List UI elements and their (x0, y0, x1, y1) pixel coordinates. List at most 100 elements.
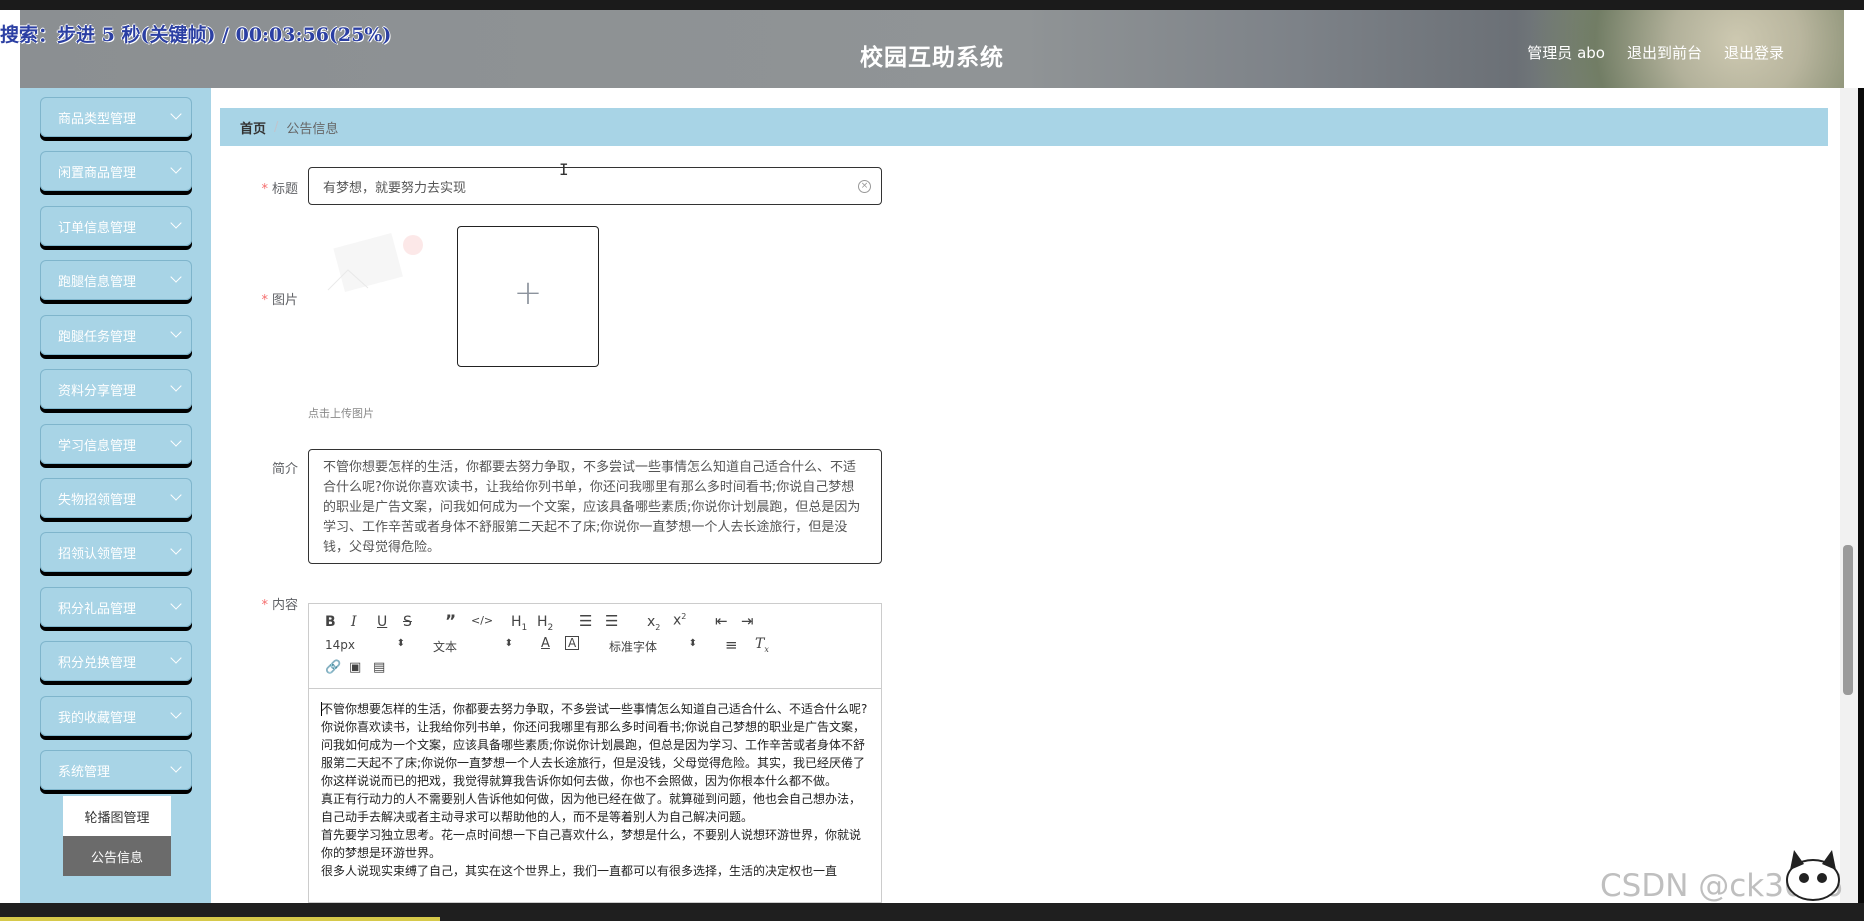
bullet-list-icon[interactable]: ☰ (605, 612, 618, 630)
sidebar-item[interactable]: 跑腿任务管理 (40, 315, 192, 355)
uploaded-image-thumbnail (327, 232, 423, 292)
font-size-value: 14px (325, 638, 355, 652)
chevron-down-icon (170, 217, 182, 229)
breadcrumb-current: 公告信息 (286, 121, 339, 137)
bold-icon[interactable]: B (325, 614, 336, 630)
sidebar-item[interactable]: 积分兑换管理 (40, 641, 192, 681)
align-icon[interactable]: ≡ (725, 636, 738, 654)
link-icon[interactable]: 🔗 (325, 660, 341, 675)
image-label-text: 图片 (271, 293, 298, 308)
sidebar-item-label: 跑腿信息管理 (58, 275, 137, 290)
sidebar-item-label: 资料分享管理 (58, 384, 137, 399)
title-input[interactable]: 有梦想，就要努力去实现 × (308, 167, 882, 205)
editor-toolbar: B I U S ” </> H1 H2 ☰ ☰ x2 x2 ⇤ ⇥ 14px ⬍ … (309, 604, 881, 689)
chevron-down-icon (170, 761, 182, 773)
content-paragraph: 不管你想要怎样的生活，你都要去努力争取，不多尝试一些事情怎么知道自己适合什么、不… (321, 702, 868, 716)
underline-icon[interactable]: U (377, 614, 387, 630)
block-type-select[interactable]: 文本 ⬍ (433, 638, 513, 655)
sidebar-item-label: 商品类型管理 (58, 112, 137, 127)
outdent-icon[interactable]: ⇤ (715, 612, 728, 630)
content-label: * 内容 (218, 594, 298, 613)
sidebar-item-label: 跑腿任务管理 (58, 330, 137, 345)
superscript-icon[interactable]: x2 (673, 612, 686, 629)
font-family-select[interactable]: 标准字体 ⬍ (609, 638, 697, 655)
admin-label: 管理员 abo (1527, 44, 1605, 62)
sidebar-item[interactable]: 订单信息管理 (40, 206, 192, 246)
sidebar-item-label: 闲置商品管理 (58, 166, 137, 181)
sub-item-carousel[interactable]: 轮播图管理 (63, 796, 171, 836)
upload-hint: 点击上传图片 (308, 407, 374, 420)
sidebar-item[interactable]: 系统管理 (40, 750, 192, 790)
cat-mascot-icon (1786, 850, 1840, 901)
sidebar-item[interactable]: 商品类型管理 (40, 97, 192, 137)
font-color-icon[interactable]: A (541, 636, 550, 651)
chevron-down-icon (170, 652, 182, 664)
back-to-front-link[interactable]: 退出到前台 (1627, 42, 1702, 63)
page-scrollbar[interactable] (1840, 88, 1858, 903)
sidebar-item-label: 订单信息管理 (58, 221, 137, 236)
plus-icon: + (513, 273, 543, 313)
chevron-down-icon (170, 326, 182, 338)
select-arrow-icon: ⬍ (504, 638, 513, 649)
sub-item-announcement[interactable]: 公告信息 (63, 836, 171, 876)
required-mark: * (261, 293, 268, 308)
image-upload-button[interactable]: + (457, 226, 599, 367)
ordered-list-icon[interactable]: ☰ (579, 612, 592, 630)
italic-icon[interactable]: I (351, 614, 357, 630)
window-edge (1858, 88, 1864, 903)
clear-icon[interactable]: × (858, 180, 871, 193)
sidebar-item[interactable]: 学习信息管理 (40, 424, 192, 464)
select-arrow-icon: ⬍ (688, 638, 697, 649)
summary-textarea[interactable]: 不管你想要怎样的生活，你都要去努力争取，不多尝试一些事情怎么知道自己适合什么、不… (308, 449, 882, 564)
clear-format-icon[interactable]: Tx (755, 636, 769, 654)
sidebar-item-label: 我的收藏管理 (58, 711, 137, 726)
sidebar-item-label: 招领认领管理 (58, 547, 137, 562)
content-paragraph: 首先要学习独立思考。花一点时间想一下自己喜欢什么，梦想是什么，不要别人说想环游世… (321, 828, 862, 860)
sidebar-item[interactable]: 跑腿信息管理 (40, 260, 192, 300)
strike-icon[interactable]: S (403, 614, 412, 630)
sidebar-item-label: 失物招领管理 (58, 493, 137, 508)
indent-icon[interactable]: ⇥ (741, 612, 754, 630)
sidebar-item[interactable]: 资料分享管理 (40, 369, 192, 409)
breadcrumb: 首页 / 公告信息 (220, 108, 1828, 146)
select-arrow-icon: ⬍ (396, 638, 405, 649)
code-block-icon[interactable]: </> (471, 614, 493, 627)
heading2-icon[interactable]: H2 (537, 614, 553, 633)
rich-text-editor: B I U S ” </> H1 H2 ☰ ☰ x2 x2 ⇤ ⇥ 14px ⬍ … (308, 603, 882, 903)
window-top-bar (0, 0, 1864, 10)
page-scrollbar-thumb[interactable] (1843, 545, 1853, 695)
image-icon[interactable]: ▣ (349, 660, 361, 675)
chevron-down-icon (170, 543, 182, 555)
screen: 校园互助系统 管理员 abo 退出到前台 退出登录 搜索：步进 5 秒(关键帧)… (0, 0, 1864, 921)
sidebar-item-label: 学习信息管理 (58, 439, 137, 454)
sidebar-item[interactable]: 我的收藏管理 (40, 696, 192, 736)
font-family-value: 标准字体 (609, 640, 658, 654)
editor-content[interactable]: 不管你想要怎样的生活，你都要去努力争取，不多尝试一些事情怎么知道自己适合什么、不… (321, 700, 871, 880)
required-mark: * (261, 182, 268, 197)
sidebar-item[interactable]: 失物招领管理 (40, 478, 192, 518)
content-paragraph: 真正有行动力的人不需要别人告诉他如何做，因为他已经在做了。就算碰到问题，他也会自… (321, 792, 862, 824)
system-sub-menu: 轮播图管理 公告信息 (63, 796, 171, 876)
chevron-down-icon (170, 108, 182, 120)
background-color-icon[interactable]: A (565, 636, 580, 650)
image-label: * 图片 (218, 289, 298, 308)
header-actions: 管理员 abo 退出到前台 退出登录 (1527, 42, 1784, 63)
summary-label: 简介 (271, 462, 298, 477)
chevron-down-icon (170, 489, 182, 501)
blockquote-icon[interactable]: ” (445, 612, 456, 632)
sidebar-item[interactable]: 招领认领管理 (40, 532, 192, 572)
video-progress[interactable] (0, 917, 440, 921)
video-icon[interactable]: ▤ (373, 660, 385, 675)
sidebar-item[interactable]: 闲置商品管理 (40, 151, 192, 191)
breadcrumb-home[interactable]: 首页 (240, 118, 266, 137)
logout-link[interactable]: 退出登录 (1724, 42, 1784, 63)
content-paragraph: 很多人说现实束缚了自己，其实在这个世界上，我们一直都可以有很多选择，生活的决定权… (321, 864, 838, 878)
sidebar-item[interactable]: 积分礼品管理 (40, 587, 192, 627)
heading1-icon[interactable]: H1 (511, 614, 527, 633)
sidebar-item-label: 积分礼品管理 (58, 602, 137, 617)
font-size-select[interactable]: 14px ⬍ (325, 638, 405, 652)
subscript-icon[interactable]: x2 (647, 614, 660, 632)
required-mark: * (261, 598, 268, 613)
content-label-text: 内容 (271, 598, 298, 613)
chevron-down-icon (170, 435, 182, 447)
